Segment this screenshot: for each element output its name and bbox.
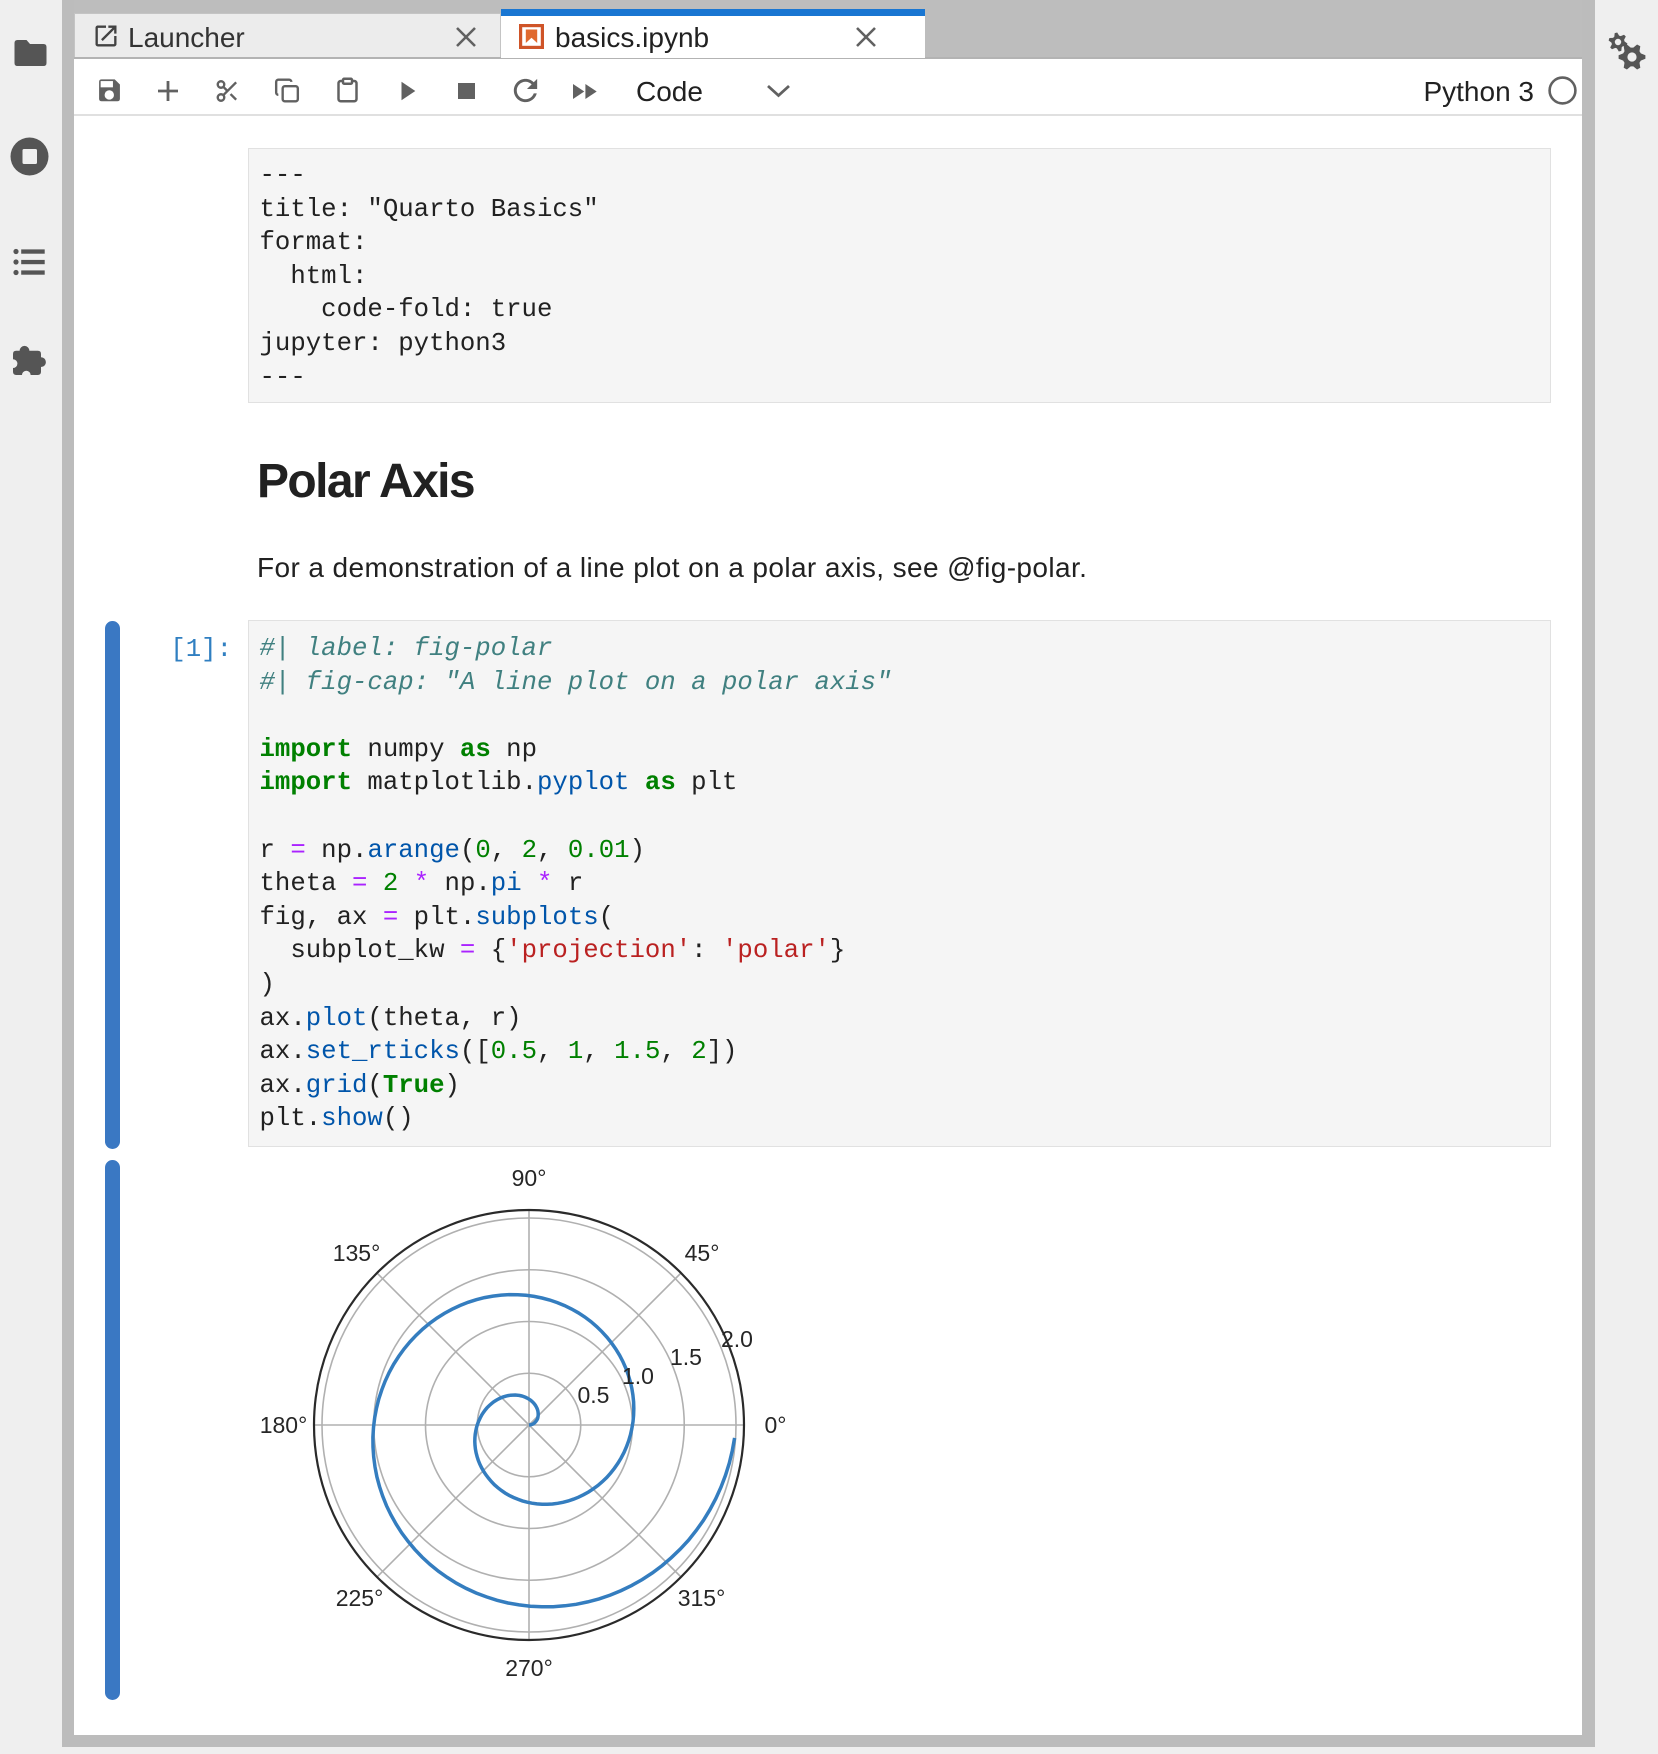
svg-text:180°: 180° (260, 1412, 308, 1438)
svg-text:225°: 225° (336, 1585, 384, 1611)
svg-text:315°: 315° (678, 1585, 726, 1611)
svg-text:2.0: 2.0 (721, 1326, 753, 1352)
svg-text:45°: 45° (685, 1240, 720, 1266)
svg-text:0°: 0° (765, 1412, 787, 1438)
svg-text:135°: 135° (333, 1240, 381, 1266)
svg-text:90°: 90° (512, 1165, 547, 1191)
svg-text:270°: 270° (505, 1655, 553, 1681)
svg-text:1.5: 1.5 (670, 1344, 702, 1370)
svg-text:0.5: 0.5 (578, 1382, 610, 1408)
svg-text:1.0: 1.0 (622, 1363, 654, 1389)
